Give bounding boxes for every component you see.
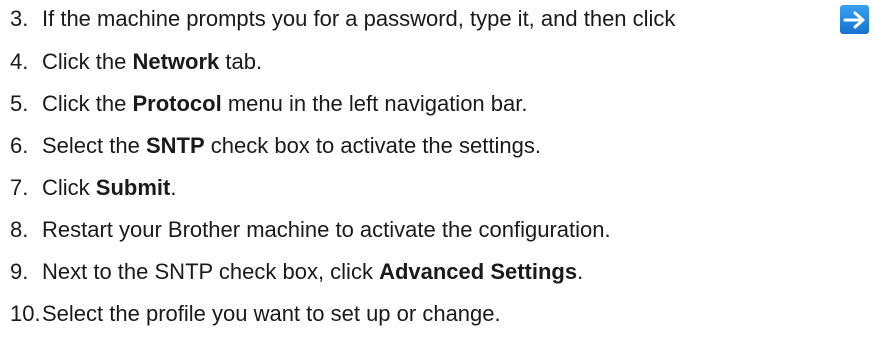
step-8: 8. Restart your Brother machine to activa… [10, 214, 611, 246]
step-4: 4. Click the Network tab. [10, 46, 262, 78]
step-text: Click the [42, 49, 133, 74]
step-text: Next to the SNTP check box, click [42, 259, 380, 284]
step-text: Select the profile you want to set up or… [42, 301, 501, 326]
ui-term-advanced-settings: Advanced Settings [379, 259, 578, 284]
ui-term-network: Network [132, 49, 220, 74]
arrow-right-icon [840, 5, 869, 34]
step-text: . [577, 259, 584, 284]
step-7: 7. Click Submit. [10, 172, 176, 204]
ui-term-submit: Submit [95, 175, 171, 200]
step-number: 3. [10, 6, 29, 31]
step-10: 10.Select the profile you want to set up… [10, 298, 501, 330]
step-text: tab. [219, 49, 263, 74]
ui-term-protocol: Protocol [132, 91, 222, 116]
step-text: Click [42, 175, 96, 200]
step-text: menu in the left navigation bar. [221, 91, 528, 116]
step-text: If the machine prompts you for a passwor… [42, 6, 676, 31]
step-text: Click the [42, 91, 133, 116]
step-text: Restart your Brother machine to activate… [42, 217, 611, 242]
step-number: 7. [10, 175, 29, 200]
step-text: . [170, 175, 177, 200]
step-number: 8. [10, 217, 29, 242]
step-number: 9. [10, 259, 29, 284]
step-number: 6. [10, 133, 29, 158]
step-3: 3. If the machine prompts you for a passw… [10, 3, 675, 35]
step-9: 9. Next to the SNTP check box, click Adva… [10, 256, 583, 288]
step-number: 5. [10, 91, 29, 116]
step-number: 4. [10, 49, 29, 74]
ui-term-sntp: SNTP [145, 133, 205, 158]
step-text: check box to activate the settings. [204, 133, 541, 158]
step-5: 5. Click the Protocol menu in the left na… [10, 88, 527, 120]
step-6: 6. Select the SNTP check box to activate … [10, 130, 541, 162]
step-number: 10. [10, 301, 41, 326]
step-text: Select the [42, 133, 146, 158]
